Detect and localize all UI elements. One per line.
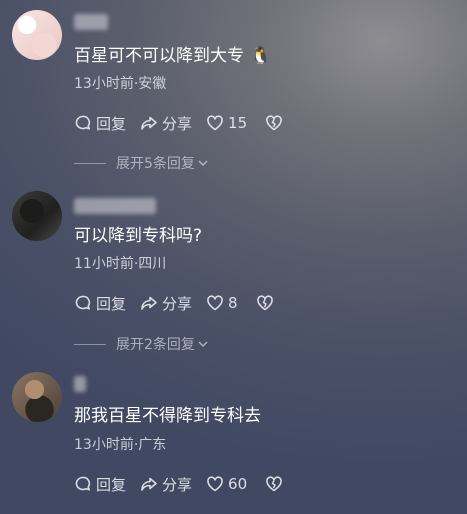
broken-heart-icon xyxy=(266,476,282,492)
like-count: 60 xyxy=(228,475,248,493)
like-button[interactable]: 60 xyxy=(206,475,247,493)
speech-bubble-icon xyxy=(75,476,91,491)
comment-item: 那我百星不得降到专科去 13小时前·广东 回复 分享 60 xyxy=(0,0,467,514)
comment-text: 那我百星不得降到专科去 xyxy=(74,406,261,426)
share-button[interactable]: 分享 xyxy=(140,474,192,495)
avatar[interactable] xyxy=(12,372,62,422)
reply-label: 回复 xyxy=(96,475,127,494)
share-arrow-icon xyxy=(141,477,157,491)
dislike-button[interactable] xyxy=(265,475,287,493)
reply-button[interactable]: 回复 xyxy=(74,474,126,495)
comment-meta: 13小时前·广东 xyxy=(74,437,167,453)
comment-actions: 回复 分享 60 xyxy=(74,473,301,495)
username-blurred[interactable] xyxy=(74,376,86,392)
heart-icon xyxy=(207,476,223,492)
share-label: 分享 xyxy=(162,475,193,494)
